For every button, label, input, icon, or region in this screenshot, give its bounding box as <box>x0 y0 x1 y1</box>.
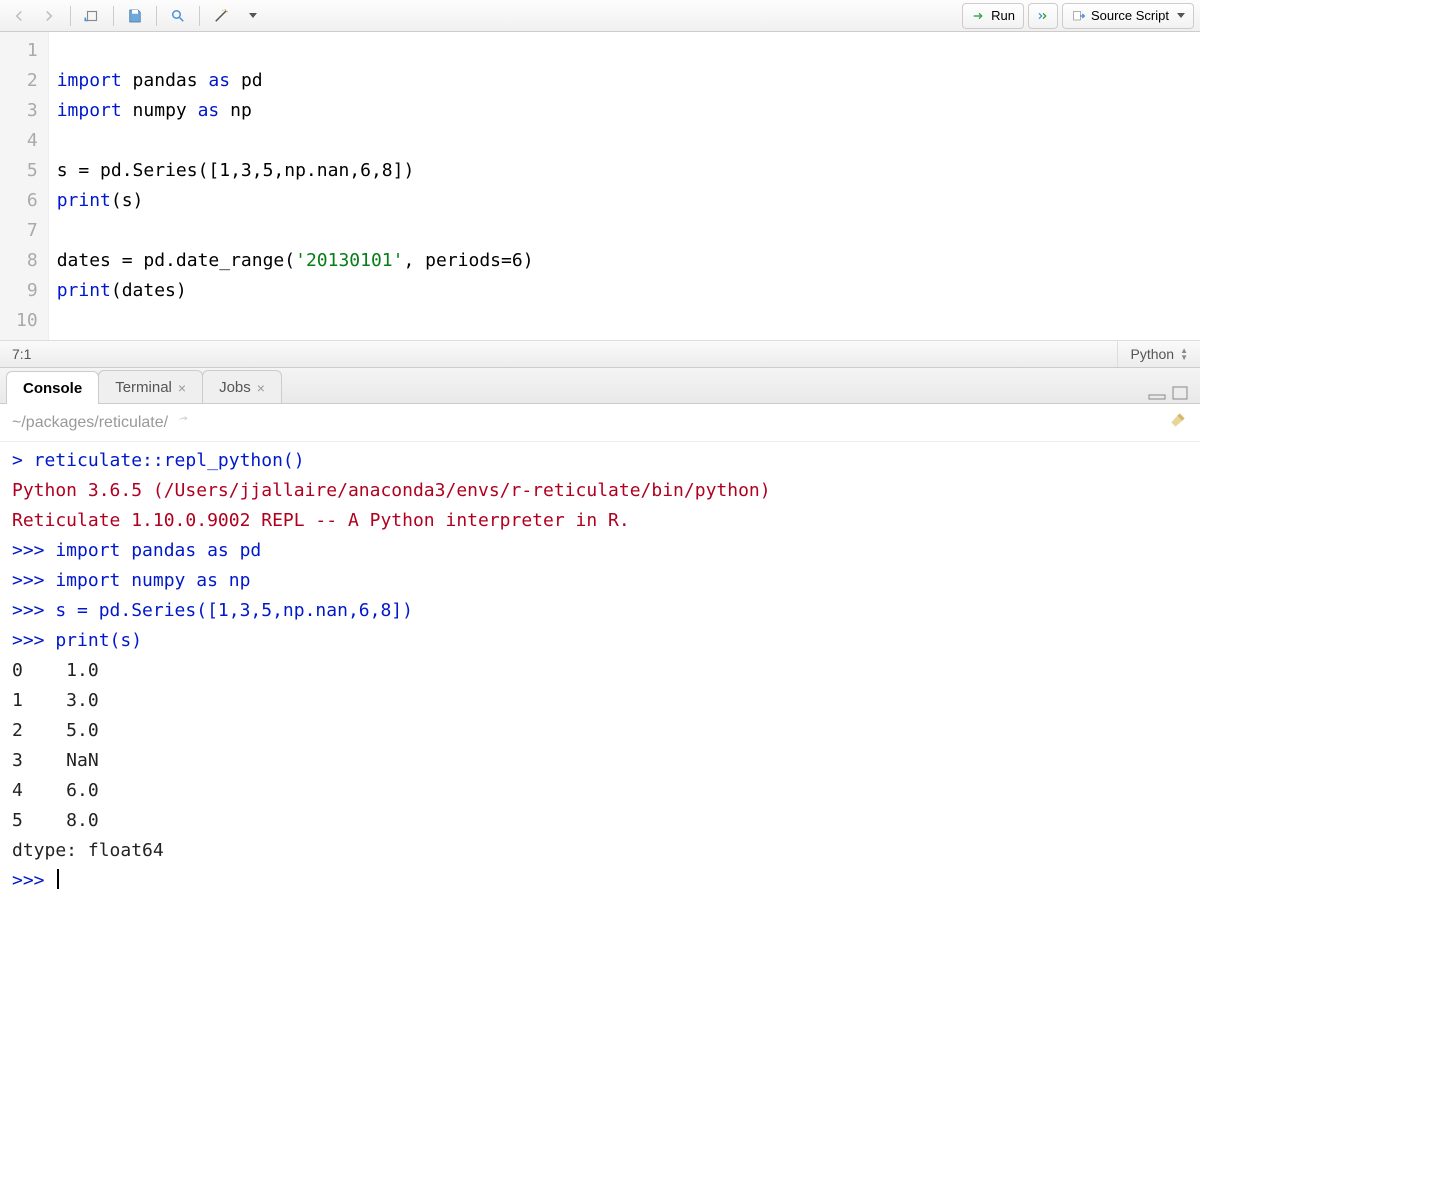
separator <box>70 6 71 26</box>
console-line: >>> <box>12 866 1188 896</box>
maximize-icon <box>1172 386 1188 400</box>
code-line[interactable]: s = pd.Series([1,3,5,np.nan,6,8]) <box>57 156 534 186</box>
line-number: 7 <box>16 216 38 246</box>
find-button[interactable] <box>165 4 191 28</box>
editor-toolbar: Run Source Script <box>0 0 1200 32</box>
console-line: >>> s = pd.Series([1,3,5,np.nan,6,8]) <box>12 596 1188 626</box>
close-icon[interactable]: × <box>178 380 186 396</box>
line-number: 9 <box>16 276 38 306</box>
tab-terminal[interactable]: Terminal × <box>98 370 203 403</box>
line-number: 10 <box>16 306 38 336</box>
code-tools-button[interactable] <box>208 4 234 28</box>
minimize-icon <box>1148 386 1166 400</box>
tab-label: Console <box>23 380 82 397</box>
console-output[interactable]: > reticulate::repl_python()Python 3.6.5 … <box>0 442 1200 936</box>
close-icon[interactable]: × <box>257 380 265 396</box>
run-label: Run <box>991 8 1015 23</box>
line-number: 8 <box>16 246 38 276</box>
console-line: > reticulate::repl_python() <box>12 446 1188 476</box>
separator <box>113 6 114 26</box>
wand-icon <box>212 7 230 25</box>
code-line[interactable]: print(dates) <box>57 276 534 306</box>
line-number: 5 <box>16 156 38 186</box>
goto-directory-button[interactable] <box>174 413 192 432</box>
tab-console[interactable]: Console <box>6 371 99 404</box>
cursor-position: 7:1 <box>12 346 31 362</box>
show-in-new-window-button[interactable] <box>79 4 105 28</box>
code-line[interactable]: import numpy as np <box>57 96 534 126</box>
popout-icon <box>83 7 101 25</box>
line-number: 4 <box>16 126 38 156</box>
code-line[interactable] <box>57 36 534 66</box>
console-line: 3 NaN <box>12 746 1188 776</box>
console-line: dtype: float64 <box>12 836 1188 866</box>
line-number: 2 <box>16 66 38 96</box>
code-line[interactable]: import pandas as pd <box>57 66 534 96</box>
back-button[interactable] <box>6 4 32 28</box>
arrow-left-icon <box>10 7 28 25</box>
maximize-pane-button[interactable] <box>1172 386 1188 403</box>
search-icon <box>169 7 187 25</box>
updown-icon: ▲▼ <box>1180 347 1188 361</box>
console-path-bar: ~/packages/reticulate/ <box>0 404 1200 442</box>
run-button[interactable]: Run <box>962 3 1024 29</box>
code-line[interactable] <box>57 126 534 156</box>
working-directory: ~/packages/reticulate/ <box>12 414 168 432</box>
console-line: 4 6.0 <box>12 776 1188 806</box>
code-line[interactable] <box>57 306 534 336</box>
rerun-button[interactable] <box>1028 3 1058 29</box>
line-number-gutter: 12345678910 <box>0 32 49 340</box>
line-number: 1 <box>16 36 38 66</box>
source-icon <box>1071 8 1087 24</box>
language-selector[interactable]: Python ▲▼ <box>1117 341 1188 367</box>
code-tools-dropdown[interactable] <box>238 4 264 28</box>
save-button[interactable] <box>122 4 148 28</box>
console-line: >>> print(s) <box>12 626 1188 656</box>
line-number: 3 <box>16 96 38 126</box>
console-line: Python 3.6.5 (/Users/jjallaire/anaconda3… <box>12 476 1188 506</box>
arrow-share-icon <box>174 413 192 427</box>
clear-console-button[interactable] <box>1168 410 1188 435</box>
tab-label: Terminal <box>115 379 172 396</box>
console-line: Reticulate 1.10.0.9002 REPL -- A Python … <box>12 506 1188 536</box>
chevron-down-icon <box>249 13 257 18</box>
console-line: 2 5.0 <box>12 716 1188 746</box>
save-icon <box>126 7 144 25</box>
chevron-down-icon <box>1177 13 1185 18</box>
console-line: 5 8.0 <box>12 806 1188 836</box>
rerun-icon <box>1035 8 1051 24</box>
separator <box>199 6 200 26</box>
minimize-pane-button[interactable] <box>1148 386 1166 403</box>
tab-jobs[interactable]: Jobs × <box>202 370 282 403</box>
text-cursor <box>57 869 59 889</box>
code-area[interactable]: import pandas as pdimport numpy as np s … <box>49 32 542 340</box>
editor-statusbar: 7:1 Python ▲▼ <box>0 340 1200 368</box>
language-label: Python <box>1130 346 1174 362</box>
console-line: 1 3.0 <box>12 686 1188 716</box>
broom-icon <box>1168 410 1188 430</box>
line-number: 6 <box>16 186 38 216</box>
arrow-right-icon <box>40 7 58 25</box>
console-line: >>> import numpy as np <box>12 566 1188 596</box>
tab-label: Jobs <box>219 379 251 396</box>
code-line[interactable]: print(s) <box>57 186 534 216</box>
forward-button[interactable] <box>36 4 62 28</box>
source-script-button[interactable]: Source Script <box>1062 3 1194 29</box>
pane-tabs: Console Terminal × Jobs × <box>0 368 1200 404</box>
console-line: 0 1.0 <box>12 656 1188 686</box>
separator <box>156 6 157 26</box>
source-label: Source Script <box>1091 8 1169 23</box>
code-editor[interactable]: 12345678910 import pandas as pdimport nu… <box>0 32 1200 340</box>
console-line: >>> import pandas as pd <box>12 536 1188 566</box>
run-arrow-icon <box>971 8 987 24</box>
code-line[interactable]: dates = pd.date_range('20130101', period… <box>57 246 534 276</box>
code-line[interactable] <box>57 216 534 246</box>
